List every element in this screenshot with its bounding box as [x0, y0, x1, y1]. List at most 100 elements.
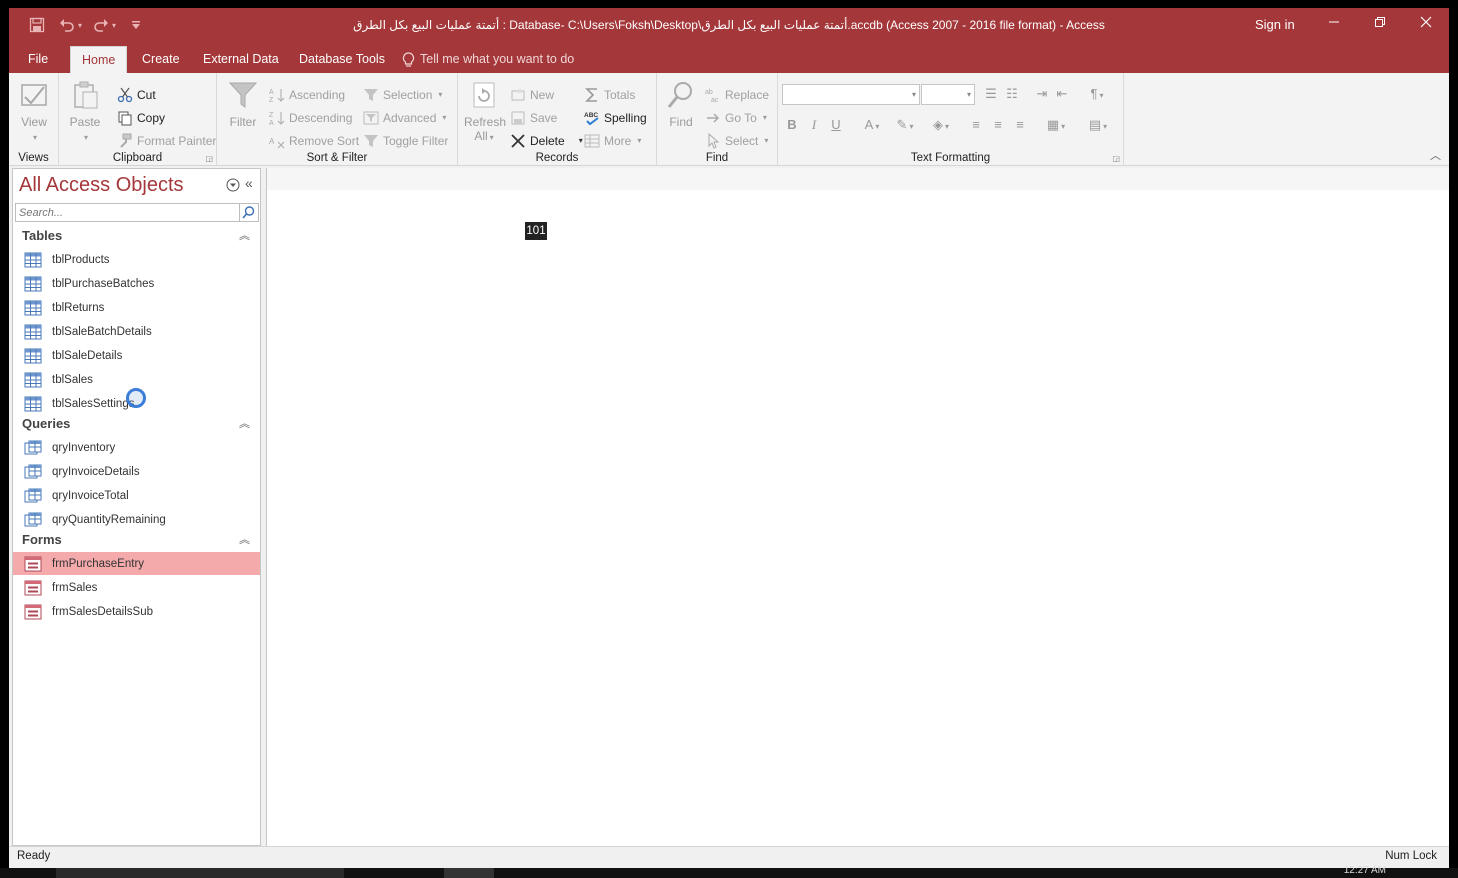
nav-category-queries[interactable]: Queries ︽	[13, 413, 260, 435]
dialog-launcher-icon[interactable]: ◲	[1112, 154, 1120, 163]
tell-me-box[interactable]: Tell me what you want to do	[402, 46, 574, 73]
delete-record-button[interactable]: Delete ▾	[510, 131, 583, 151]
more-button[interactable]: More ▾	[584, 131, 641, 151]
tab-create[interactable]: Create	[131, 46, 191, 73]
shutter-bar-close-icon[interactable]: «	[245, 175, 253, 191]
align-right-icon[interactable]: ≡	[1010, 115, 1030, 135]
nav-item-tblpurchasebatches[interactable]: tblPurchaseBatches	[13, 272, 260, 295]
find-button[interactable]: Find	[661, 79, 701, 129]
collapse-chevron-icon[interactable]: ︽	[239, 531, 250, 547]
query-icon	[24, 512, 42, 528]
view-button[interactable]: View ▾	[14, 79, 54, 142]
underline-button[interactable]: U	[828, 115, 844, 135]
collapse-chevron-icon[interactable]: ︽	[239, 415, 250, 431]
nav-item-frmsalesdetailssub[interactable]: frmSalesDetailsSub	[13, 600, 260, 623]
nav-item-tblsalebatchdetails[interactable]: tblSaleBatchDetails	[13, 320, 260, 343]
nav-item-tblsaledetails[interactable]: tblSaleDetails	[13, 344, 260, 367]
sort-ascending-icon: AZ	[269, 89, 285, 103]
replace-button[interactable]: ab ac Replace	[705, 85, 769, 105]
tab-file[interactable]: File	[17, 46, 59, 73]
sign-in-link[interactable]: Sign in	[1255, 8, 1295, 42]
tab-external-data[interactable]: External Data	[192, 46, 290, 73]
close-icon[interactable]	[1403, 8, 1449, 42]
nav-item-label: tblSales	[52, 373, 93, 386]
nav-item-frmpurchaseentry[interactable]: frmPurchaseEntry	[13, 552, 260, 575]
format-painter-button[interactable]: Format Painter	[117, 131, 216, 151]
decrease-indent-icon[interactable]: ⇤	[1052, 84, 1072, 104]
font-size-combo[interactable]: ▾	[921, 84, 975, 105]
italic-button[interactable]: I	[806, 115, 822, 135]
font-color-icon[interactable]: A ▾	[858, 115, 886, 135]
cut-button[interactable]: Cut	[117, 85, 156, 105]
save-record-button[interactable]: Save	[510, 108, 557, 128]
taskbar-app[interactable]	[444, 868, 494, 878]
paragraph-direction-icon[interactable]: ¶ ▾	[1082, 84, 1112, 104]
toggle-filter-button[interactable]: Toggle Filter	[363, 131, 448, 151]
ribbon-home: View ▾ Views Paste ▾ Cut Copy Format Pai…	[9, 73, 1449, 166]
tab-database-tools[interactable]: Database Tools	[288, 46, 396, 73]
nav-item-qryinvoicetotal[interactable]: qryInvoiceTotal	[13, 484, 260, 507]
increase-indent-icon[interactable]: ⇥	[1032, 84, 1052, 104]
nav-category-forms[interactable]: Forms ︽	[13, 529, 260, 551]
font-name-combo[interactable]: ▾	[782, 84, 920, 105]
nav-item-qryinvoicedetails[interactable]: qryInvoiceDetails	[13, 460, 260, 483]
ascending-button[interactable]: AZ Ascending	[269, 85, 345, 105]
table-icon	[24, 324, 42, 340]
dialog-launcher-icon[interactable]: ◲	[205, 154, 213, 163]
remove-sort-button[interactable]: A Remove Sort	[269, 131, 359, 151]
advanced-button[interactable]: Advanced ▾	[363, 108, 446, 128]
copy-icon	[118, 111, 132, 126]
paste-button[interactable]: Paste ▾	[65, 79, 105, 142]
minimize-icon[interactable]	[1311, 8, 1357, 42]
align-left-icon[interactable]: ≡	[966, 115, 986, 135]
nav-category-label: Forms	[22, 532, 62, 547]
tab-home[interactable]: Home	[70, 46, 128, 73]
nav-title[interactable]: All Access Objects	[19, 174, 184, 197]
restore-icon[interactable]	[1357, 8, 1403, 42]
magnifier-icon	[667, 82, 692, 108]
totals-button[interactable]: Totals	[584, 85, 635, 105]
nav-item-qryinventory[interactable]: qryInventory	[13, 436, 260, 459]
nav-menu-icon[interactable]	[226, 178, 240, 195]
collapse-ribbon-icon[interactable]: ︿	[1430, 147, 1441, 163]
bold-button[interactable]: B	[784, 115, 800, 135]
copy-button[interactable]: Copy	[117, 108, 165, 128]
customize-qat-icon[interactable]	[131, 8, 141, 42]
nav-category-tables[interactable]: Tables ︽	[13, 225, 260, 247]
svg-text:Z: Z	[269, 112, 274, 119]
new-record-button[interactable]: New	[510, 85, 554, 105]
bullets-icon[interactable]: ☰	[981, 84, 1001, 104]
descending-button[interactable]: ZA Descending	[269, 108, 352, 128]
nav-item-tblproducts[interactable]: tblProducts	[13, 248, 260, 271]
select-button[interactable]: Select ▾	[705, 131, 768, 151]
align-center-icon[interactable]: ≡	[988, 115, 1008, 135]
spelling-button[interactable]: ABC Spelling	[584, 108, 647, 128]
nav-item-tblreturns[interactable]: tblReturns	[13, 296, 260, 319]
save-icon[interactable]	[29, 8, 45, 42]
tell-me-text: Tell me what you want to do	[420, 52, 575, 66]
refresh-all-button[interactable]: Refresh All ▾	[464, 79, 506, 143]
num-lock-indicator: Num Lock	[1385, 850, 1437, 862]
form-icon	[24, 580, 42, 596]
taskbar-search[interactable]	[56, 868, 344, 878]
search-input[interactable]	[16, 204, 238, 221]
more-grid-icon	[584, 134, 600, 148]
undo-icon[interactable]: ▾	[59, 8, 82, 42]
redo-icon[interactable]: ▾	[93, 8, 116, 42]
alternate-row-color-icon[interactable]: ▤ ▾	[1082, 115, 1114, 135]
go-to-button[interactable]: Go To ▾	[705, 108, 767, 128]
numbering-icon[interactable]: ☷	[1002, 84, 1022, 104]
search-icon[interactable]	[239, 204, 258, 221]
nav-item-qryquantityremaining[interactable]: qryQuantityRemaining	[13, 508, 260, 531]
highlight-icon[interactable]: ✎ ▾	[890, 115, 920, 135]
selection-button[interactable]: Selection ▾	[363, 85, 442, 105]
paintbrush-icon	[120, 133, 132, 148]
filter-button[interactable]: Filter	[223, 79, 263, 129]
gridlines-icon[interactable]: ▦ ▾	[1040, 115, 1072, 135]
nav-item-frmsales[interactable]: frmSales	[13, 576, 260, 599]
new-record-icon	[511, 88, 525, 101]
collapse-chevron-icon[interactable]: ︽	[239, 227, 250, 243]
delete-x-icon	[511, 134, 525, 148]
pointer-icon	[708, 133, 720, 149]
fill-color-icon[interactable]: ◈ ▾	[926, 115, 956, 135]
